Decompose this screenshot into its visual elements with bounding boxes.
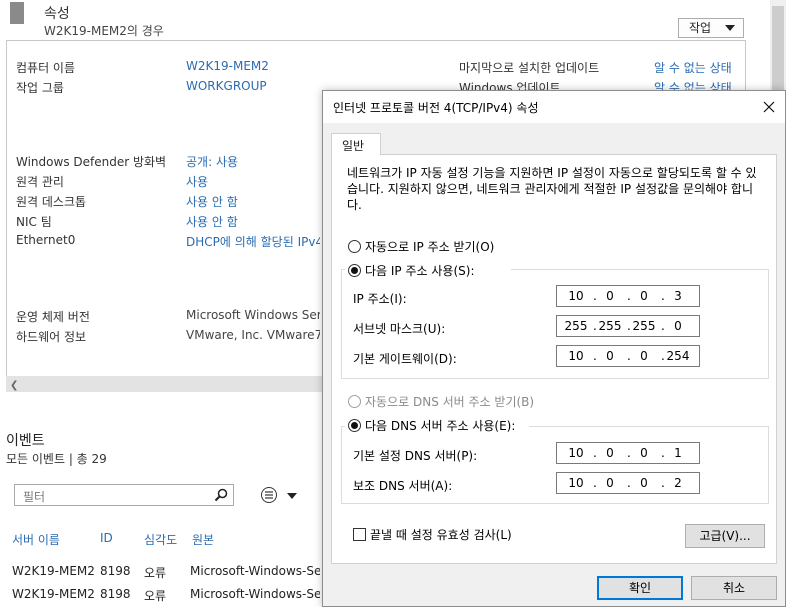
column-header-severity[interactable]: 심각도 [144, 531, 177, 548]
validate-label[interactable]: 끝낼 때 설정 유효성 검사(L) [370, 526, 512, 543]
list-icon [261, 487, 297, 503]
prop-label-workgroup: 작업 그룹 [16, 81, 64, 95]
horizontal-scrollbar[interactable] [6, 376, 322, 392]
advanced-button[interactable]: 고급(V)... [685, 524, 765, 548]
filter-placeholder: 필터 [23, 490, 46, 504]
octet: 10 [568, 289, 584, 303]
auto-dns-label[interactable]: 자동으로 DNS 서버 주소 받기(B) [365, 393, 534, 410]
octet: 255 [564, 319, 588, 333]
prop-value-remote-management[interactable]: 사용 [186, 173, 208, 190]
close-icon[interactable] [759, 97, 779, 117]
manual-ip-label[interactable]: 다음 IP 주소 사용(S): [365, 262, 474, 279]
octet: 3 [674, 289, 682, 303]
prop-value-last-update[interactable]: 알 수 없는 상태 [654, 59, 732, 76]
column-header-id[interactable]: ID [100, 531, 113, 545]
tab-general[interactable]: 일반 [331, 133, 381, 155]
prop-label-os-version: 운영 체제 버전 [16, 310, 90, 324]
octet: 0 [640, 446, 648, 460]
preferred-dns-field[interactable]: 10. 0. 0. 1 [556, 442, 700, 464]
tasks-dropdown-button[interactable]: 작업 [678, 18, 744, 38]
table-cell-id[interactable]: 8198 [100, 564, 131, 578]
column-header-server-name[interactable]: 서버 이름 [12, 531, 60, 548]
prop-label-firewall: Windows Defender 방화벽 [16, 155, 167, 169]
prop-value-hardware: VMware, Inc. VMware7,1 [186, 328, 320, 342]
prop-label-last-update: 마지막으로 설치한 업데이트 [459, 61, 600, 75]
table-cell-source[interactable]: Microsoft-Windows-Security [190, 587, 320, 601]
octet: 1 [674, 446, 682, 460]
dialog-title: 인터넷 프로토콜 버전 4(TCP/IPv4) 속성 [333, 101, 539, 115]
manual-dns-label[interactable]: 다음 DNS 서버 주소 사용(E): [365, 417, 515, 434]
table-cell-severity[interactable]: 오류 [144, 564, 166, 581]
prop-value-nic-team[interactable]: 사용 안 함 [186, 213, 238, 230]
octet: 0 [640, 476, 648, 490]
ipv4-properties-dialog: 인터넷 프로토콜 버전 4(TCP/IPv4) 속성 일반 네트워크가 IP 자… [322, 90, 786, 607]
octet: 254 [666, 349, 690, 363]
events-title: 이벤트 [6, 433, 45, 449]
prop-label-ethernet0: Ethernet0 [16, 233, 76, 247]
properties-subtitle: W2K19-MEM2의 경우 [44, 24, 164, 38]
chevron-down-icon [725, 25, 735, 31]
subnet-mask-label: 서브넷 마스크(U): [353, 322, 446, 336]
server-icon [10, 2, 24, 24]
events-subtitle: 모든 이벤트 | 총 29 [6, 452, 107, 466]
search-icon[interactable] [213, 487, 229, 503]
prop-value-computer-name[interactable]: W2K19-MEM2 [186, 59, 269, 73]
gateway-label: 기본 게이트웨이(D): [353, 352, 457, 366]
octet: 0 [674, 319, 682, 333]
table-cell-server[interactable]: W2K19-MEM2 [12, 564, 95, 578]
prop-value-remote-desktop[interactable]: 사용 안 함 [186, 193, 238, 210]
cancel-button[interactable]: 취소 [691, 576, 777, 600]
preferred-dns-label: 기본 설정 DNS 서버(P): [353, 449, 478, 463]
octet: 0 [606, 446, 614, 460]
alternate-dns-field[interactable]: 10. 0. 0. 2 [556, 472, 700, 494]
prop-label-nic-team: NIC 팀 [16, 215, 52, 229]
octet: 10 [568, 476, 584, 490]
prop-value-firewall[interactable]: 공개: 사용 [186, 153, 238, 170]
auto-ip-label[interactable]: 자동으로 IP 주소 받기(O) [365, 238, 494, 255]
table-cell-id[interactable]: 8198 [100, 587, 131, 601]
octet: 0 [640, 289, 648, 303]
subnet-mask-field[interactable]: 255. 255. 255. 0 [556, 315, 700, 337]
table-cell-severity[interactable]: 오류 [144, 587, 166, 604]
prop-value-ethernet0[interactable]: DHCP에 의해 할당된 IPv4 [186, 233, 320, 250]
octet: 0 [606, 476, 614, 490]
manual-dns-radio[interactable] [348, 419, 361, 432]
ok-button[interactable]: 확인 [597, 576, 683, 600]
table-cell-source[interactable]: Microsoft-Windows-Security [190, 564, 320, 578]
octet: 2 [674, 476, 682, 490]
ip-address-label: IP 주소(I): [353, 292, 407, 306]
list-options-button[interactable] [260, 486, 300, 504]
prop-value-os-version: Microsoft Windows Server [186, 308, 320, 322]
validate-checkbox[interactable] [353, 528, 366, 541]
dialog-description: 네트워크가 IP 자동 설정 기능을 지원하면 IP 설정이 자동으로 할당되도… [347, 166, 757, 212]
ip-address-field[interactable]: 10. 0. 0. 3 [556, 285, 700, 307]
auto-dns-radio[interactable] [348, 395, 361, 408]
manual-ip-radio[interactable] [348, 264, 361, 277]
prop-label-computer-name: 컴퓨터 이름 [16, 61, 76, 75]
prop-label-remote-management: 원격 관리 [16, 175, 64, 189]
prop-label-remote-desktop: 원격 데스크톱 [16, 195, 87, 209]
properties-title: 속성 [44, 6, 70, 22]
scroll-left-icon[interactable]: ❮ [10, 380, 18, 391]
octet: 255 [632, 319, 656, 333]
filter-input[interactable]: 필터 [14, 484, 234, 506]
auto-ip-radio[interactable] [348, 240, 361, 253]
alternate-dns-label: 보조 DNS 서버(A): [353, 479, 453, 493]
table-cell-server[interactable]: W2K19-MEM2 [12, 587, 95, 601]
prop-label-hardware: 하드웨어 정보 [16, 330, 87, 344]
column-header-source[interactable]: 원본 [192, 531, 214, 548]
gateway-field[interactable]: 10. 0. 0. 254 [556, 345, 700, 367]
octet: 255 [598, 319, 622, 333]
octet: 0 [640, 349, 648, 363]
octet: 10 [568, 446, 584, 460]
tasks-label: 작업 [689, 21, 712, 35]
octet: 10 [568, 349, 584, 363]
octet: 0 [606, 349, 614, 363]
octet: 0 [606, 289, 614, 303]
prop-value-workgroup[interactable]: WORKGROUP [186, 79, 267, 93]
